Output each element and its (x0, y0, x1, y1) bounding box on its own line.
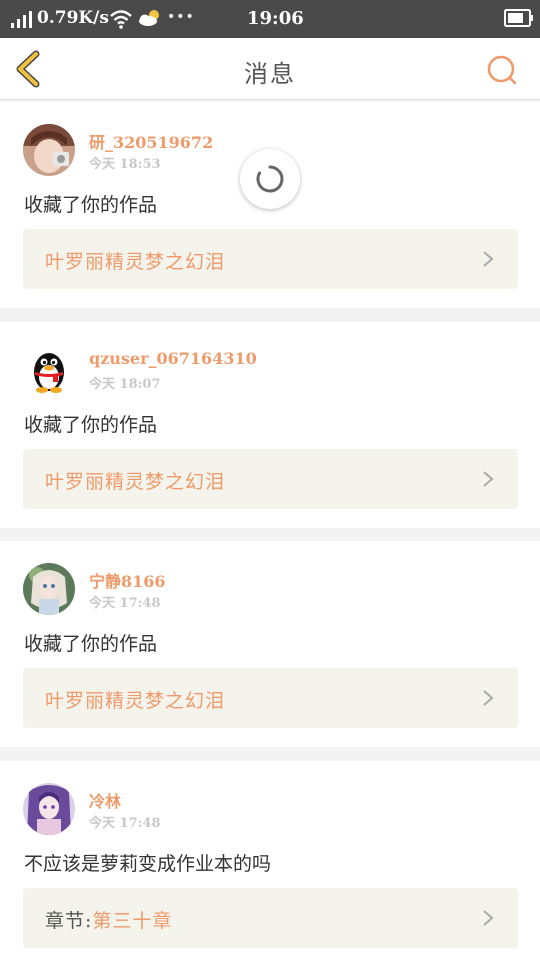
message-time: 今天 18:07 (89, 377, 161, 392)
work-title: 章节:第三十章 (45, 910, 173, 932)
username[interactable]: 宁静8166 (89, 568, 166, 592)
chevron-right-icon (483, 251, 494, 267)
status-bar: 0.79K/s ••• 19:06 (0, 0, 540, 38)
message-card: 宁静8166 今天 17:48 收藏了你的作品 叶罗丽精灵梦之幻泪 (0, 541, 540, 747)
work-link[interactable]: 叶罗丽精灵梦之幻泪 (23, 229, 518, 289)
wifi-icon (110, 10, 132, 29)
username[interactable]: qzuser_067164310 (89, 349, 257, 368)
status-time: 19:06 (247, 8, 304, 29)
work-title: 叶罗丽精灵梦之幻泪 (45, 690, 226, 712)
loading-spinner (240, 149, 300, 209)
work-title: 叶罗丽精灵梦之幻泪 (45, 471, 226, 493)
work-link[interactable]: 叶罗丽精灵梦之幻泪 (23, 668, 518, 728)
message-time: 今天 18:53 (89, 157, 161, 172)
chevron-right-icon (483, 471, 494, 487)
more-notifications-icon: ••• (167, 9, 195, 25)
username[interactable]: 冷林 (89, 788, 121, 812)
message-text: 不应该是萝莉变成作业本的吗 (24, 853, 272, 875)
work-link[interactable]: 章节:第三十章 (23, 888, 518, 948)
message-text: 收藏了你的作品 (24, 194, 158, 216)
page-title: 消息 (244, 60, 296, 88)
signal-icon (11, 11, 32, 28)
network-speed: 0.79K/s (37, 8, 109, 28)
message-card: qzuser_067164310 今天 18:07 收藏了你的作品 叶罗丽精灵梦… (0, 322, 540, 528)
chevron-right-icon (483, 690, 494, 706)
loading-icon (256, 165, 284, 193)
doll-avatar-icon (23, 563, 75, 615)
message-card: 冷林 今天 17:48 不应该是萝莉变成作业本的吗 章节:第三十章 (0, 761, 540, 960)
work-link[interactable]: 叶罗丽精灵梦之幻泪 (23, 449, 518, 509)
qq-penguin-avatar-icon (23, 344, 75, 396)
user-avatar[interactable] (23, 563, 75, 615)
message-text: 收藏了你的作品 (24, 633, 158, 655)
user-avatar[interactable] (23, 783, 75, 835)
girl-photo-avatar-icon (23, 124, 75, 176)
battery-icon (504, 9, 533, 27)
anime-girl-avatar-icon (23, 783, 75, 835)
username[interactable]: 研_320519672 (89, 129, 213, 153)
search-icon[interactable] (484, 52, 520, 88)
navigation-bar: 消息 (0, 38, 540, 100)
user-avatar[interactable] (23, 124, 75, 176)
chevron-right-icon (483, 910, 494, 926)
message-time: 今天 17:48 (89, 816, 161, 831)
weather-icon (139, 10, 159, 26)
user-avatar[interactable] (23, 344, 75, 396)
work-title: 叶罗丽精灵梦之幻泪 (45, 251, 226, 273)
message-time: 今天 17:48 (89, 596, 161, 611)
message-text: 收藏了你的作品 (24, 414, 158, 436)
